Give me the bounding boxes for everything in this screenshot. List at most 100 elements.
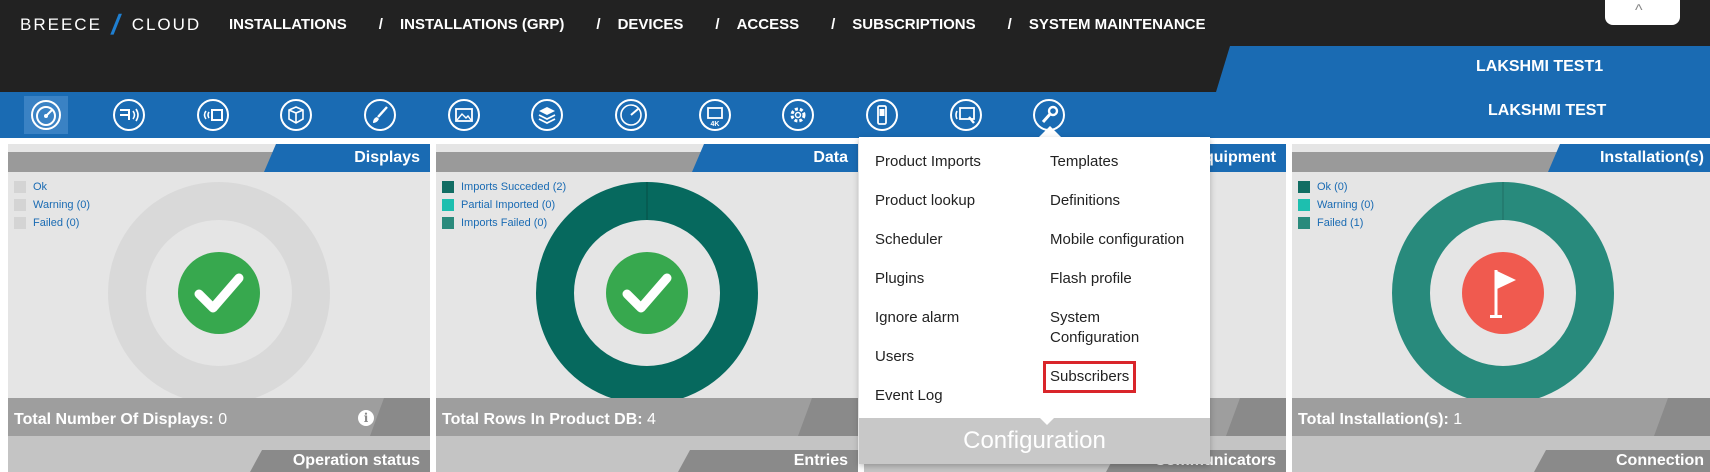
menu-item-definitions[interactable]: Definitions: [1050, 190, 1200, 212]
nav-separator: /: [831, 16, 836, 33]
image-gallery-icon[interactable]: [442, 96, 486, 134]
legend-swatch: [1298, 181, 1310, 193]
legend-item-ok[interactable]: Ok: [14, 178, 90, 196]
collapse-header-button[interactable]: ^: [1605, 0, 1680, 25]
brand-slash: /: [108, 9, 126, 40]
legend-swatch: [442, 181, 454, 193]
configuration-menu-right-column: Templates Definitions Mobile configurati…: [1042, 151, 1200, 405]
configuration-menu-left-column: Product Imports Product lookup Scheduler…: [875, 151, 981, 424]
legend-item-warning[interactable]: Warning (0): [1298, 196, 1374, 214]
displays-donut-chart: [108, 182, 330, 404]
installation-name-primary: LAKSHMI TEST1: [1476, 58, 1604, 75]
legend-swatch: [14, 181, 26, 193]
4k-monitor-icon[interactable]: 4K: [693, 96, 737, 134]
legend-swatch: [1298, 217, 1310, 229]
nav-item-installations[interactable]: INSTALLATIONS: [229, 16, 347, 33]
nav-item-access[interactable]: ACCESS: [737, 16, 800, 33]
data-donut-chart: [536, 182, 758, 404]
total-displays: Total Number Of Displays: 0: [14, 411, 228, 428]
panel-title: Data: [813, 149, 848, 166]
menu-item-plugins[interactable]: Plugins: [875, 268, 981, 290]
legend-item-failed[interactable]: Failed (0): [14, 214, 90, 232]
legend-swatch: [442, 217, 454, 229]
top-bar: BREECE / CLOUD INSTALLATIONS / INSTALLATI…: [0, 0, 1710, 92]
menu-item-product-imports[interactable]: Product Imports: [875, 151, 981, 173]
menu-item-flash-profile[interactable]: Flash profile: [1050, 268, 1200, 290]
legend-swatch: [14, 199, 26, 211]
panel-bottom-header: Entries: [678, 450, 858, 472]
total-displays-value: 0: [218, 411, 228, 428]
legend-item-failed[interactable]: Failed (1): [1298, 214, 1374, 232]
panel-bottom-title: Operation status: [292, 452, 420, 469]
installation-title-banner: LAKSHMI TEST1: [1216, 46, 1710, 92]
legend-item-ok[interactable]: Ok (0): [1298, 178, 1374, 196]
panel-bottom-title: Connection: [1616, 452, 1704, 469]
panel-title: Installation(s): [1599, 149, 1704, 166]
displays-panel: Displays Ok Warning (0) Failed (0) Total…: [8, 144, 430, 472]
status-ok-circle: [606, 252, 688, 334]
panel-title: Displays: [354, 149, 420, 166]
sensor-icon[interactable]: [107, 96, 151, 134]
brand-logo[interactable]: BREECE / CLOUD: [20, 9, 202, 40]
menu-item-templates[interactable]: Templates: [1050, 151, 1200, 173]
monitor-settings-icon[interactable]: [944, 96, 988, 134]
total-rows: Total Rows In Product DB: 4: [442, 411, 656, 428]
configuration-menu-title: Configuration: [963, 427, 1106, 454]
menu-item-subscribers[interactable]: Subscribers: [1042, 361, 1137, 393]
panel-bottom-header: Operation status: [250, 450, 430, 472]
configuration-menu-footer: Configuration: [859, 417, 1210, 464]
installations-donut-chart: [1392, 182, 1614, 404]
mobile-phone-icon[interactable]: [860, 96, 904, 134]
total-installations: Total Installation(s): 1: [1298, 411, 1463, 428]
main-nav: INSTALLATIONS / INSTALLATIONS (GRP) / DEVI…: [229, 16, 1206, 33]
menu-item-scheduler[interactable]: Scheduler: [875, 229, 981, 251]
svg-text:4K: 4K: [711, 121, 720, 128]
dashboard-icon[interactable]: [24, 96, 68, 134]
layers-icon[interactable]: [525, 96, 569, 134]
gauge-icon[interactable]: [609, 96, 653, 134]
box-icon[interactable]: [274, 96, 318, 134]
configuration-menu: Product Imports Product lookup Scheduler…: [859, 137, 1210, 464]
menu-item-mobile-configuration[interactable]: Mobile configuration: [1050, 229, 1200, 251]
installations-panel: Installation(s) Ok (0) Warning (0) Faile…: [1292, 144, 1710, 472]
menu-item-product-lookup[interactable]: Product lookup: [875, 190, 981, 212]
data-panel: Data Imports Succeded (2) Partial Import…: [436, 144, 858, 472]
nav-separator: /: [1007, 16, 1012, 33]
total-installations-value: 1: [1453, 411, 1463, 428]
nav-separator: /: [596, 16, 601, 33]
dropdown-caret: [1039, 126, 1061, 137]
panel-bottom-title: Entries: [793, 452, 848, 469]
chart-legend: Ok Warning (0) Failed (0): [14, 178, 90, 232]
legend-swatch: [1298, 199, 1310, 211]
status-failed-circle: [1462, 252, 1544, 334]
nav-item-installations-grp[interactable]: INSTALLATIONS (GRP): [400, 16, 564, 33]
menu-item-system-configuration[interactable]: System Configuration: [1050, 307, 1160, 349]
chevron-up-icon: ^: [1635, 2, 1643, 19]
nav-item-devices[interactable]: DEVICES: [618, 16, 684, 33]
module-toolbar: 4K LAKSHMI TEST: [0, 92, 1710, 138]
nav-separator: /: [715, 16, 720, 33]
legend-swatch: [442, 199, 454, 211]
chart-legend: Ok (0) Warning (0) Failed (1): [1298, 178, 1374, 232]
panel-header: Data: [692, 144, 858, 172]
panel-header: Installation(s): [1548, 144, 1710, 172]
total-rows-value: 4: [647, 411, 656, 428]
legend-swatch: [14, 217, 26, 229]
legend-item-warning[interactable]: Warning (0): [14, 196, 90, 214]
nav-separator: /: [378, 16, 383, 33]
footer-notch: [1039, 417, 1055, 425]
panel-bottom-header: Connection: [1534, 450, 1710, 472]
info-icon[interactable]: i: [358, 410, 374, 426]
brand-name-left: BREECE: [20, 15, 102, 34]
menu-item-ignore-alarm[interactable]: Ignore alarm: [875, 307, 981, 329]
panel-header: Displays: [264, 144, 430, 172]
menu-item-event-log[interactable]: Event Log: [875, 385, 981, 407]
brand-name-right: CLOUD: [131, 15, 202, 34]
gear-icon[interactable]: [776, 96, 820, 134]
menu-item-users[interactable]: Users: [875, 346, 981, 368]
nav-item-subscriptions[interactable]: SUBSCRIPTIONS: [852, 16, 975, 33]
nav-item-system-maintenance[interactable]: SYSTEM MAINTENANCE: [1029, 16, 1206, 33]
signal-device-icon[interactable]: [191, 96, 235, 134]
brush-icon[interactable]: [358, 96, 402, 134]
installation-name-secondary: LAKSHMI TEST: [1488, 102, 1607, 119]
